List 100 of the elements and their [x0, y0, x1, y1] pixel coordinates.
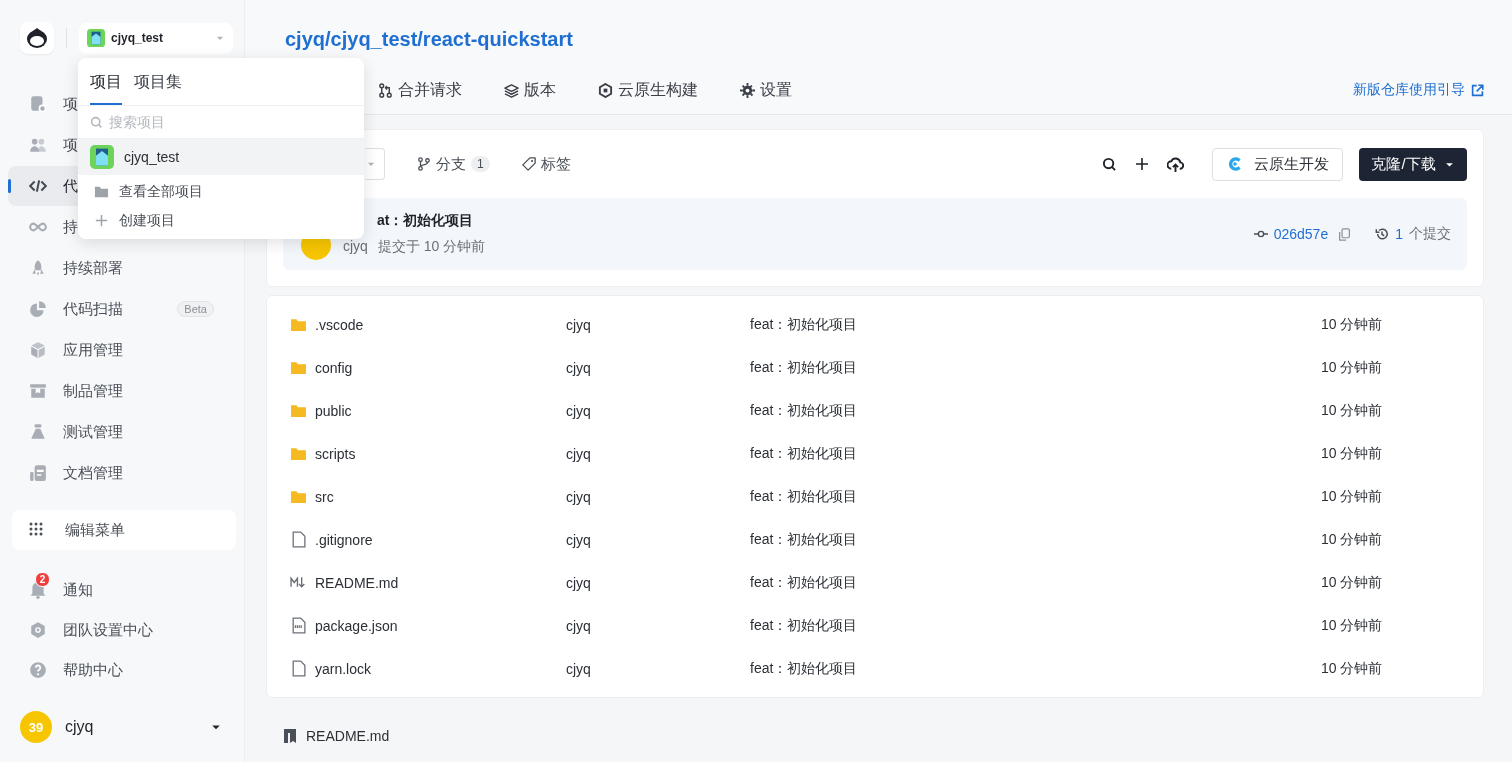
document-icon	[29, 95, 47, 113]
code-icon	[29, 177, 47, 195]
commit-message-cell[interactable]: feat：初始化项目	[750, 401, 1321, 420]
table-cell-text: 10 分钟前	[1321, 487, 1384, 506]
book-icon	[282, 728, 298, 744]
menu-tab[interactable]: 项目集	[134, 70, 182, 105]
file-name[interactable]: .vscode	[315, 316, 364, 333]
notification-badge: 2	[35, 572, 50, 587]
commit-hash[interactable]: 026d57e	[1273, 226, 1329, 242]
search-field[interactable]: 搜索项目	[107, 113, 352, 131]
tag-icon	[521, 157, 536, 171]
commit-author: cjyq	[343, 238, 368, 256]
table-cell-text: cjyq	[566, 445, 592, 462]
table-cell-text: 10 分钟前	[1321, 659, 1384, 678]
table-cell-text: 10 分钟前	[1321, 444, 1384, 463]
file-name[interactable]: public	[315, 402, 352, 419]
file-name[interactable]: scripts	[315, 445, 356, 462]
file-name[interactable]: src	[315, 488, 334, 505]
plus-icon	[1134, 156, 1150, 172]
sidebar-item[interactable]: 代码扫描 Beta	[8, 289, 236, 329]
folder-icon	[290, 359, 307, 376]
repository-path[interactable]: cjyq/cjyq_test/react-quickstart	[285, 26, 1472, 52]
commit-count-label: 个提交	[1409, 225, 1451, 243]
archive-icon	[29, 382, 47, 400]
help-icon	[29, 661, 47, 679]
clone-button[interactable]: 克隆/下载	[1359, 147, 1467, 181]
folder-icon	[290, 488, 307, 505]
sidebar-item[interactable]: 测试管理	[8, 412, 131, 452]
sidebar-item[interactable]: 文档管理	[8, 453, 131, 493]
commit-message-cell[interactable]: feat：初始化项目	[750, 530, 1321, 549]
tags-link[interactable]: 标签	[521, 154, 571, 174]
grid-icon	[29, 522, 45, 538]
build-icon	[598, 82, 613, 98]
project-selector[interactable]: cjyq_test	[79, 22, 233, 54]
commit-message-cell[interactable]: feat：初始化项目	[750, 487, 1321, 506]
file-name[interactable]: config	[315, 359, 353, 376]
external-link-icon	[1471, 83, 1484, 97]
commit-message[interactable]: at：初始化项目	[377, 212, 474, 230]
table-cell-text: cjyq	[566, 574, 592, 591]
cube-icon	[29, 341, 47, 359]
menu-tab[interactable]: 项目	[90, 70, 122, 105]
merge-icon	[378, 82, 393, 98]
commit-message-cell[interactable]: feat：初始化项目	[750, 444, 1321, 463]
table-cell-text: cjyq	[566, 660, 592, 677]
edit-menu-button[interactable]: 编辑菜单	[12, 510, 236, 550]
sidebar-item[interactable]: 帮助中心	[8, 650, 236, 690]
commit-message-cell[interactable]: feat：初始化项目	[750, 616, 1321, 635]
sidebar-item[interactable]: 2 通知	[8, 570, 236, 610]
people-icon	[29, 136, 47, 154]
repo-tab[interactable]: 版本	[504, 79, 556, 101]
c-logo-icon	[1226, 155, 1244, 173]
logo-icon[interactable]	[20, 22, 54, 54]
file-name[interactable]: README.md	[315, 574, 399, 591]
user-name: cjyq	[65, 718, 95, 736]
folder-icon	[290, 316, 307, 333]
guide-link[interactable]: 新版仓库使用引导	[1353, 81, 1484, 99]
project-avatar-icon	[87, 29, 105, 47]
project-avatar-icon	[90, 145, 114, 169]
commit-message-cell[interactable]: feat：初始化项目	[750, 573, 1321, 592]
commit-count[interactable]: 1	[1395, 226, 1403, 242]
repo-tab[interactable]: 合并请求	[378, 79, 462, 101]
markdown-icon	[290, 574, 307, 591]
file-icon	[290, 531, 307, 548]
repo-tab[interactable]: 设置	[740, 79, 792, 101]
pie-chart-icon	[29, 300, 47, 318]
history-icon	[1375, 227, 1390, 241]
sidebar-item[interactable]: 应用管理	[8, 330, 131, 370]
file-icon	[290, 660, 307, 677]
file-name[interactable]: .gitignore	[315, 531, 373, 548]
sidebar-item[interactable]: 持续部署	[8, 248, 131, 288]
cloud-upload-icon	[1167, 155, 1184, 173]
table-cell-text: cjyq	[566, 617, 592, 634]
plus-icon	[94, 213, 109, 228]
table-cell-text: cjyq	[566, 316, 592, 333]
sidebar-item[interactable]: 项	[8, 84, 86, 124]
table-cell-text: 10 分钟前	[1321, 530, 1384, 549]
file-name[interactable]: yarn.lock	[315, 660, 372, 677]
branches-link[interactable]: 分支 1	[417, 154, 490, 174]
project-item[interactable]: cjyq_test	[78, 139, 364, 175]
layers-icon	[504, 82, 519, 98]
file-name[interactable]: package.json	[315, 617, 398, 634]
rocket-icon	[29, 259, 47, 277]
settings-icon	[740, 82, 755, 98]
table-cell-text: cjyq	[566, 531, 592, 548]
commit-message-cell[interactable]: feat：初始化项目	[750, 358, 1321, 377]
search-icon	[90, 115, 103, 129]
commit-message-cell[interactable]: feat：初始化项目	[750, 315, 1321, 334]
search-icon	[1102, 156, 1117, 172]
cloud-dev-button[interactable]: 云原生开发	[1212, 147, 1343, 181]
commit-message-cell[interactable]: feat：初始化项目	[750, 659, 1321, 678]
readme-title: README.md	[306, 728, 390, 744]
sidebar-item[interactable]: 制品管理	[8, 371, 131, 411]
table-cell-text: 10 分钟前	[1321, 358, 1384, 377]
sidebar-item[interactable]: 团队设置中心	[8, 610, 236, 650]
menu-item[interactable]: 查看全部项目	[78, 177, 364, 206]
hexagon-icon	[29, 621, 47, 639]
table-cell-text: 10 分钟前	[1321, 315, 1384, 334]
repo-tab[interactable]: 云原生构建	[598, 79, 698, 101]
beta-badge: Beta	[177, 301, 214, 317]
table-cell-text: cjyq	[566, 488, 592, 505]
